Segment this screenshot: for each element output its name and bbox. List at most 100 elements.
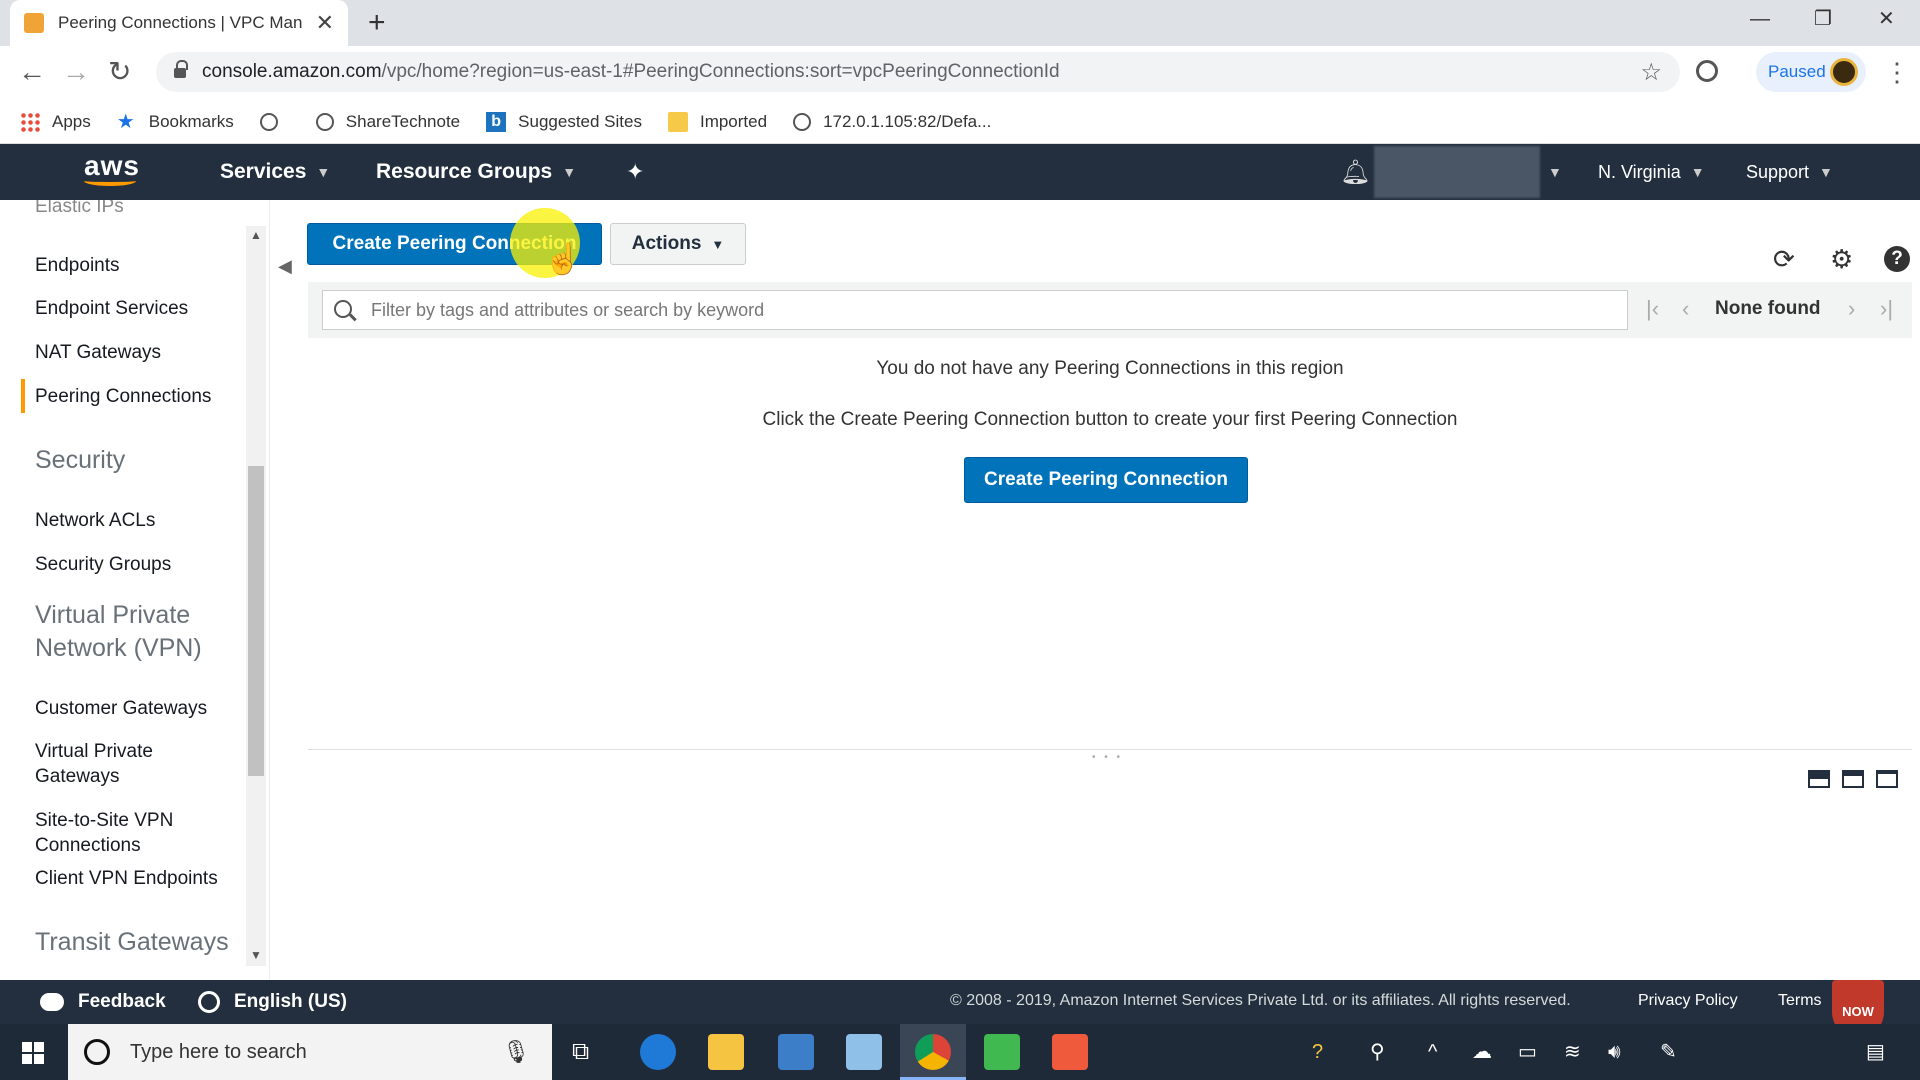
profile-paused-button[interactable]: Paused [1756,52,1866,92]
windows-taskbar: Type here to search 🎙︎ ⧉ ? ⚲ ^ ☁ ▭ ≋ 🔊︎ … [0,1024,1920,1080]
sidebar-item-network-acls[interactable]: Network ACLs [35,508,235,533]
back-arrow-icon[interactable]: ← [18,56,46,88]
aws-logo[interactable]: aws [84,152,144,192]
sidebar-item-elastic-ips[interactable]: Elastic IPs [35,200,235,219]
browser-tab[interactable]: Peering Connections | VPC Management Con… [10,0,348,46]
tab-close-icon[interactable]: ✕ [316,12,334,34]
profile-status: Paused [1768,62,1826,81]
help-icon[interactable]: ? [1884,246,1910,272]
sidebar-item-site-to-site-vpn[interactable]: Site-to-Site VPN Connections [35,808,225,858]
privacy-policy-link[interactable]: Privacy Policy [1638,992,1738,1010]
file-explorer-icon[interactable] [708,1034,744,1070]
window-close-icon[interactable]: ✕ [1878,4,1895,34]
volume-icon[interactable]: 🔊︎ [1608,1040,1621,1064]
windows-start-icon[interactable] [22,1042,44,1064]
bookmark-label: Apps [52,111,91,131]
chevron-up-icon[interactable]: ^ [1428,1040,1437,1064]
next-page-icon[interactable]: › [1848,294,1855,324]
bookmark-imported[interactable]: Imported [667,111,768,132]
search-input[interactable] [322,290,1628,330]
minimize-icon[interactable]: — [1750,4,1770,34]
bookmark-label: Imported [699,111,768,131]
bookmark-star-icon[interactable]: ☆ [1640,58,1662,87]
browser-menu-icon[interactable]: ⋮ [1884,56,1910,88]
wifi-icon[interactable]: ≋ [1564,1040,1581,1064]
sidebar-heading-vpn: Virtual Private Network (VPN) [35,601,202,662]
gear-icon[interactable]: ⚙ [1830,246,1853,272]
actions-label: Actions [631,233,702,254]
people-icon[interactable]: ⚲ [1370,1040,1385,1064]
feedback-link[interactable]: Feedback [40,980,166,1024]
globe-icon [259,112,278,131]
globe-icon [198,991,220,1013]
refresh-icon[interactable]: ⟳ [1773,246,1795,272]
account-dropdown[interactable]: ▼ [1548,144,1562,200]
services-menu[interactable]: Services ▼ [220,144,330,200]
aws-header: aws Services ▼ Resource Groups ▼ ✦ 🔔︎ ▼ … [0,144,1920,200]
extension-icon[interactable] [1696,60,1718,82]
pin-button[interactable]: ✦ [626,144,644,200]
scroll-up-icon[interactable]: ▲ [250,228,262,242]
last-page-icon[interactable]: ›| [1880,294,1893,324]
account-menu-redacted[interactable] [1374,146,1540,198]
sidebar-item-client-vpn-endpoints[interactable]: Client VPN Endpoints [35,866,235,891]
pen-icon[interactable]: ✎ [1660,1040,1677,1064]
chrome-icon [915,1034,951,1070]
support-menu[interactable]: Support ▼ [1746,144,1833,200]
sidebar-item-endpoints[interactable]: Endpoints [35,253,235,278]
region-menu[interactable]: N. Virginia ▼ [1598,144,1705,200]
app-icon[interactable] [778,1034,814,1070]
layout-full-icon[interactable] [1876,770,1898,788]
layout-bottom-icon[interactable] [1808,770,1830,788]
microphone-icon[interactable]: 🎙︎ [502,1039,530,1065]
prev-page-icon[interactable]: ‹ [1682,294,1689,324]
battery-icon[interactable]: ▭ [1518,1040,1537,1064]
bookmark-bookmarks[interactable]: ★ Bookmarks [117,112,234,132]
terms-link[interactable]: Terms [1778,992,1822,1010]
sidebar-item-endpoint-services[interactable]: Endpoint Services [35,296,235,321]
sidebar: Elastic IPs Endpoints Endpoint Services … [0,200,270,980]
camtasia-orange-icon[interactable] [1052,1034,1088,1070]
collapse-sidebar-icon[interactable]: ◀ [278,256,292,277]
notifications-button[interactable]: 🔔︎ [1340,144,1370,200]
cloud-icon[interactable]: ☁ [1472,1040,1492,1064]
chevron-down-icon: ▼ [1819,164,1833,180]
sidebar-item-customer-gateways[interactable]: Customer Gateways [35,696,235,721]
address-bar[interactable]: console.amazon.com /vpc/home?region=us-e… [156,52,1680,92]
scroll-down-icon[interactable]: ▼ [250,948,262,962]
sidebar-item-security-groups[interactable]: Security Groups [35,552,235,577]
bookmark-suggested-sites[interactable]: b Suggested Sites [486,111,642,132]
sidebar-item-virtual-private-gateways[interactable]: Virtual Private Gateways [35,739,195,789]
new-tab-button[interactable]: + [368,6,386,40]
aws-logo-text: aws [84,150,140,181]
pin-icon: ✦ [626,159,645,184]
layout-split-icon[interactable] [1842,770,1864,788]
taskbar-search[interactable]: Type here to search 🎙︎ [68,1024,552,1080]
sidebar-item-peering-connections[interactable]: Peering Connections [35,384,235,409]
bookmark-label: Bookmarks [148,111,234,131]
sidebar-item-nat-gateways[interactable]: NAT Gateways [35,340,235,365]
actions-button[interactable]: Actions ▼ [610,223,746,265]
taskbar-active-chrome[interactable] [900,1024,966,1080]
bookmark-globe[interactable] [259,112,290,131]
panel-divider[interactable] [308,749,1912,750]
bookmark-local-ip[interactable]: 172.0.1.105:82/Defa... [793,112,991,132]
resource-groups-menu[interactable]: Resource Groups ▼ [376,144,576,200]
bookmark-apps[interactable]: Apps [20,111,91,132]
sidebar-scrollbar[interactable]: ▲ ▼ [246,226,266,966]
empty-create-peering-connection-button[interactable]: Create Peering Connection [964,457,1248,503]
language-selector[interactable]: English (US) [198,980,347,1024]
edge-icon[interactable] [640,1034,676,1070]
resize-grip-icon[interactable]: • • • [1092,752,1123,763]
reload-icon[interactable]: ↻ [108,56,131,88]
forward-arrow-icon[interactable]: → [62,56,90,88]
notification-center-icon[interactable]: ▤ [1866,1040,1885,1064]
task-view-icon[interactable]: ⧉ [572,1040,589,1064]
restore-icon[interactable]: ❐ [1814,4,1832,34]
scroll-thumb[interactable] [248,466,264,776]
help-tray-icon[interactable]: ? [1312,1040,1323,1064]
camtasia-green-icon[interactable] [984,1034,1020,1070]
first-page-icon[interactable]: |‹ [1646,294,1659,324]
app-icon[interactable] [846,1034,882,1070]
bookmark-sharetechnote[interactable]: ShareTechnote [315,112,460,132]
